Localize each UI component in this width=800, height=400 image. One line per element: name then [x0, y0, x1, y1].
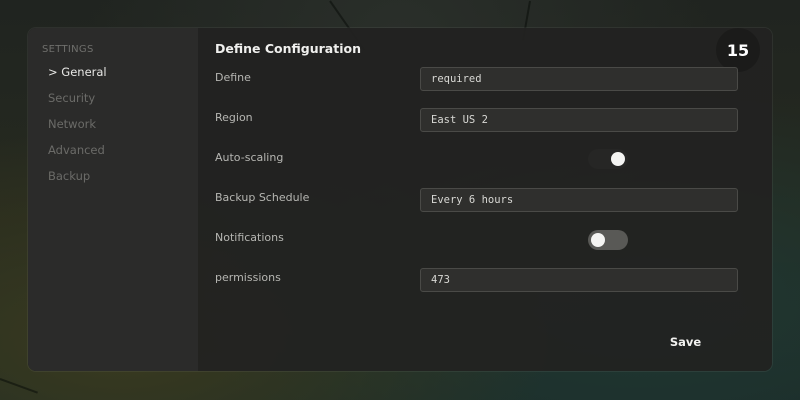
settings-dialog: SETTINGS > General Security Network Adva… [28, 28, 772, 371]
settings-sidebar: SETTINGS > General Security Network Adva… [28, 28, 198, 371]
autoscaling-toggle[interactable] [588, 149, 628, 169]
sidebar-item-network[interactable]: Network [48, 117, 96, 131]
permissions-label: permissions [215, 271, 281, 284]
sidebar-title: SETTINGS [42, 44, 94, 55]
region-input[interactable] [420, 108, 738, 132]
save-button[interactable]: Save [648, 327, 723, 357]
notifications-toggle[interactable] [588, 230, 628, 250]
sidebar-item-backup[interactable]: Backup [48, 169, 90, 183]
notifications-label: Notifications [215, 231, 284, 244]
sidebar-item-security[interactable]: Security [48, 91, 95, 105]
backup-schedule-label: Backup Schedule [215, 191, 310, 204]
region-label: Region [215, 111, 253, 124]
define-input[interactable] [420, 67, 738, 91]
permissions-input[interactable] [420, 268, 738, 292]
autoscaling-label: Auto-scaling [215, 151, 284, 164]
toggle-knob [591, 233, 605, 247]
page-title: Define Configuration [215, 41, 361, 56]
sidebar-item-advanced[interactable]: Advanced [48, 143, 105, 157]
backup-schedule-input[interactable] [420, 188, 738, 212]
sidebar-item-general[interactable]: > General [48, 65, 107, 79]
define-label: Define [215, 71, 251, 84]
settings-main-panel: Define Configuration 15 Define Region Au… [198, 28, 772, 371]
background-line [0, 378, 38, 394]
toggle-knob [611, 152, 625, 166]
step-badge: 15 [716, 28, 760, 72]
